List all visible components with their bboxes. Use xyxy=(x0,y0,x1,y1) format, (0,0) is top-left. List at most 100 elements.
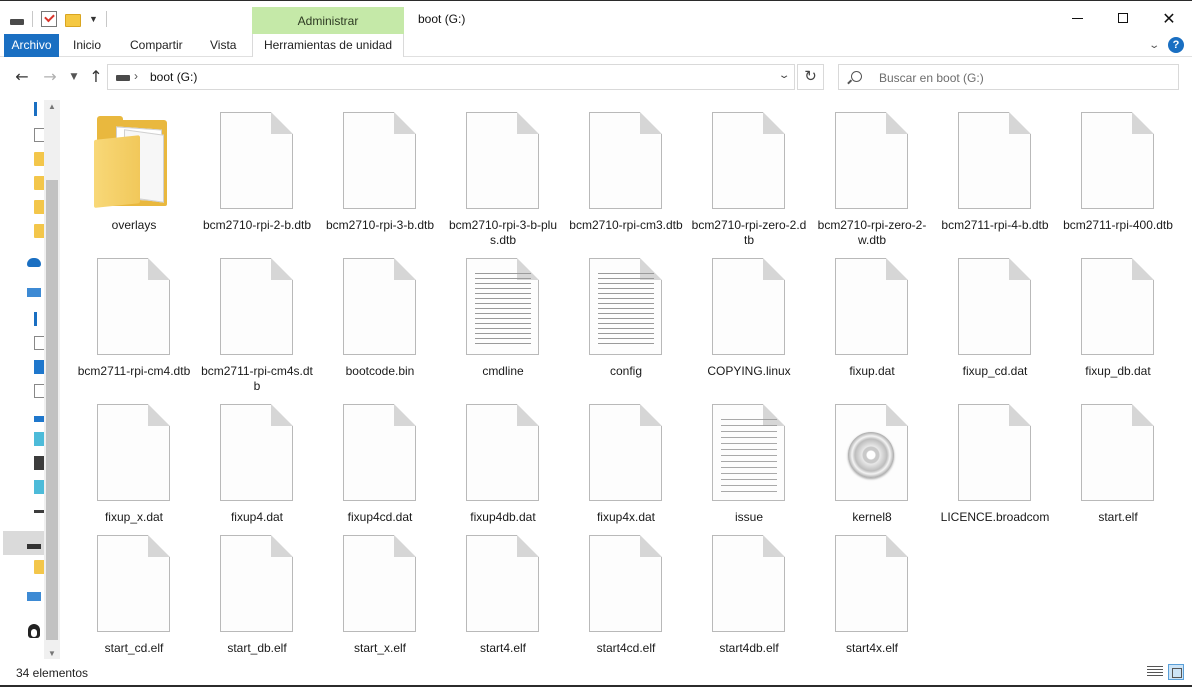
file-item[interactable]: start_cd.elf xyxy=(76,531,192,677)
context-tab-manage[interactable]: Administrar xyxy=(252,7,404,35)
this-pc-icon[interactable] xyxy=(27,288,41,297)
file-name: start_cd.elf xyxy=(104,641,164,655)
file-name: LICENCE.broadcom xyxy=(940,510,1050,524)
file-item[interactable]: fixup_x.dat xyxy=(76,400,192,546)
file-item[interactable]: start_x.elf xyxy=(322,531,438,677)
file-item[interactable]: overlays xyxy=(76,108,192,254)
file-name: fixup4db.dat xyxy=(470,510,536,524)
maximize-button[interactable] xyxy=(1100,1,1146,35)
file-item[interactable]: fixup4x.dat xyxy=(568,400,684,546)
large-icons-view-icon[interactable] xyxy=(1168,664,1184,680)
file-item[interactable]: bcm2711-rpi-400.dtb xyxy=(1060,108,1176,254)
file-name: fixup_x.dat xyxy=(104,510,164,524)
minimize-button[interactable] xyxy=(1054,1,1100,35)
file-icon xyxy=(330,535,430,637)
file-item[interactable]: fixup_db.dat xyxy=(1060,254,1176,400)
file-item[interactable]: bcm2711-rpi-cm4.dtb xyxy=(76,254,192,400)
scroll-up-icon[interactable]: ▲ xyxy=(48,102,56,111)
file-item[interactable]: COPYING.linux xyxy=(691,254,807,400)
file-icon xyxy=(207,404,307,506)
file-name: overlays xyxy=(111,218,157,232)
forward-button[interactable]: → xyxy=(40,67,60,87)
file-item[interactable]: bootcode.bin xyxy=(322,254,438,400)
network-icon[interactable] xyxy=(27,592,41,601)
file-item[interactable]: bcm2710-rpi-zero-2-w.dtb xyxy=(814,108,930,254)
recent-locations-button[interactable]: ▼ xyxy=(64,67,84,87)
file-name: bcm2710-rpi-3-b-plus.dtb xyxy=(448,218,558,247)
file-item[interactable]: fixup4cd.dat xyxy=(322,400,438,546)
close-button[interactable]: ✕ xyxy=(1146,1,1192,35)
details-view-icon[interactable] xyxy=(1147,666,1163,678)
search-icon xyxy=(851,71,862,82)
file-item[interactable]: LICENCE.broadcom xyxy=(937,400,1053,546)
navigation-bar: ← → ▼ ↑ › boot (G:) ⌄ ↻ xyxy=(0,58,1192,96)
file-item[interactable]: start_db.elf xyxy=(199,531,315,677)
drive-icon xyxy=(10,19,24,25)
back-button[interactable]: ← xyxy=(12,67,32,87)
file-item[interactable]: start4cd.elf xyxy=(568,531,684,677)
file-item[interactable]: fixup_cd.dat xyxy=(937,254,1053,400)
search-input[interactable] xyxy=(879,69,1169,86)
file-item[interactable]: bcm2710-rpi-2-b.dtb xyxy=(199,108,315,254)
customize-toolbar-chevron-icon[interactable]: ▼ xyxy=(89,14,98,24)
breadcrumb-separator[interactable]: › xyxy=(134,69,138,83)
file-icon xyxy=(1068,404,1168,506)
file-name: fixup4x.dat xyxy=(596,510,656,524)
refresh-button[interactable]: ↻ xyxy=(797,64,824,90)
file-item[interactable]: cmdline xyxy=(445,254,561,400)
text-file-icon xyxy=(576,258,676,360)
file-item[interactable]: bcm2711-rpi-4-b.dtb xyxy=(937,108,1053,254)
file-item[interactable]: start4x.elf xyxy=(814,531,930,677)
pin-icon[interactable] xyxy=(34,102,40,116)
onedrive-icon[interactable] xyxy=(27,258,41,267)
file-name: config xyxy=(609,364,643,378)
navigation-pane-scrollbar[interactable]: ▲ ▼ xyxy=(44,100,60,660)
breadcrumb[interactable]: boot (G:) xyxy=(150,70,197,84)
file-icon xyxy=(330,404,430,506)
file-item[interactable]: bcm2710-rpi-3-b.dtb xyxy=(322,108,438,254)
address-dropdown-chevron-icon[interactable]: ⌄ xyxy=(778,70,791,81)
file-name: start4db.elf xyxy=(719,641,779,655)
address-bar[interactable]: › boot (G:) ⌄ xyxy=(107,64,795,90)
tab-share[interactable]: Compartir xyxy=(130,34,183,57)
file-item[interactable]: fixup4.dat xyxy=(199,400,315,546)
file-item[interactable]: fixup.dat xyxy=(814,254,930,400)
downloads-icon[interactable] xyxy=(34,312,40,326)
linux-icon[interactable] xyxy=(28,624,40,638)
tab-home[interactable]: Inicio xyxy=(73,34,101,57)
file-item[interactable]: issue xyxy=(691,400,807,546)
tab-file[interactable]: Archivo xyxy=(4,34,59,57)
file-icon xyxy=(207,112,307,214)
new-folder-icon[interactable] xyxy=(65,13,81,27)
file-icon xyxy=(84,258,184,360)
file-icon xyxy=(822,258,922,360)
scroll-down-icon[interactable]: ▼ xyxy=(48,649,56,658)
file-item[interactable]: bcm2711-rpi-cm4s.dtb xyxy=(199,254,315,400)
expand-ribbon-chevron-icon[interactable]: ⌄ xyxy=(1148,40,1160,51)
file-item[interactable]: config xyxy=(568,254,684,400)
file-item[interactable]: kernel8 xyxy=(814,400,930,546)
file-item[interactable]: bcm2710-rpi-3-b-plus.dtb xyxy=(445,108,561,254)
file-name: start4cd.elf xyxy=(596,641,656,655)
ribbon-controls: ⌄ ? xyxy=(1148,37,1184,53)
file-name: fixup4.dat xyxy=(230,510,284,524)
file-item[interactable]: fixup4db.dat xyxy=(445,400,561,546)
help-icon[interactable]: ? xyxy=(1168,37,1184,53)
file-name: fixup.dat xyxy=(849,364,895,378)
file-item[interactable]: bcm2710-rpi-zero-2.dtb xyxy=(691,108,807,254)
file-icon xyxy=(1068,258,1168,360)
file-icon xyxy=(945,112,1045,214)
file-item[interactable]: start4.elf xyxy=(445,531,561,677)
file-item[interactable]: start4db.elf xyxy=(691,531,807,677)
search-box[interactable] xyxy=(838,64,1179,90)
file-name: bcm2711-rpi-cm4s.dtb xyxy=(201,364,313,393)
properties-icon[interactable] xyxy=(41,11,57,27)
file-name: bcm2711-rpi-4-b.dtb xyxy=(941,218,1049,232)
scrollbar-thumb[interactable] xyxy=(46,180,58,640)
tab-view[interactable]: Vista xyxy=(210,34,236,57)
up-button[interactable]: ↑ xyxy=(86,67,106,87)
file-icon xyxy=(699,112,799,214)
file-item[interactable]: bcm2710-rpi-cm3.dtb xyxy=(568,108,684,254)
file-item[interactable]: start.elf xyxy=(1060,400,1176,546)
tab-drive-tools[interactable]: Herramientas de unidad xyxy=(252,34,404,57)
